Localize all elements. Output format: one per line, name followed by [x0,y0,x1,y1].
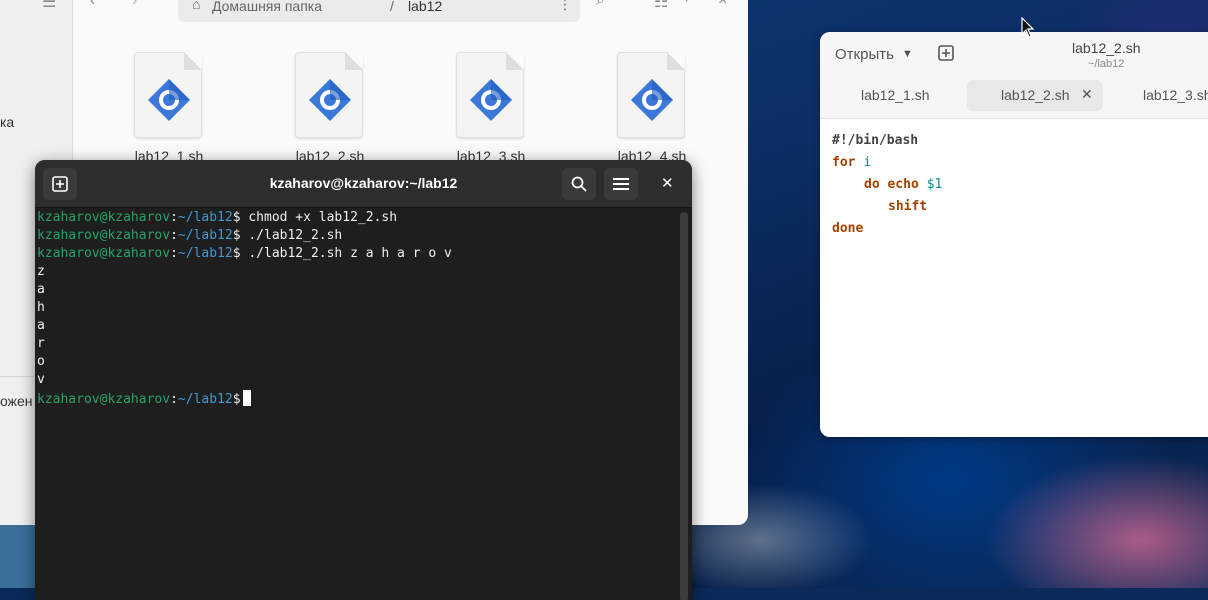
code-keyword: done [832,221,864,236]
terminal-output[interactable]: kzaharov@kzaharov:~/lab12$ chmod +x lab1… [37,210,677,600]
output-line: o [37,354,45,369]
search-icon[interactable]: ⌕ [596,0,605,10]
terminal-line: kzaharov@kzaharov:~/lab12$ [37,390,251,408]
prompt-colon: : [170,228,178,243]
prompt-path: ~/lab12 [177,210,233,225]
open-button[interactable]: Открыть [835,46,894,63]
view-options-chevron-icon[interactable]: ▾ [684,0,690,5]
tab-close-icon[interactable]: ✕ [1081,86,1093,103]
output-line: v [37,372,45,387]
tab-lab12-1[interactable]: lab12_1.sh [840,80,970,111]
shell-script-file-icon [295,52,363,138]
prompt-dollar: $ [232,210,241,225]
file-item[interactable]: lab12_4.sh [585,52,686,172]
code-line: shift [888,199,927,214]
file-item[interactable]: lab12_3.sh [424,52,525,172]
mouse-pointer-icon [1021,17,1035,38]
prompt-dollar: $ [232,392,241,407]
sidebar-item-label[interactable]: ка [0,114,14,130]
tab-lab12-2[interactable]: lab12_2.sh ✕ [967,80,1103,111]
code-keyword: shift [888,199,928,214]
terminal-window: kzaharov@kzaharov:~/lab12 ✕ kzaharov@kza… [35,160,692,600]
close-icon[interactable]: ✕ [661,174,674,192]
search-button[interactable] [562,168,596,200]
prompt-user: kzaharov@kzaharov [37,228,171,243]
shell-script-file-icon [134,52,202,138]
prompt-user: kzaharov@kzaharov [37,246,171,261]
prompt-dollar: $ [232,228,241,243]
text-editor-window: Открыть ▼ lab12_2.sh ~/lab12 lab12_1.sh … [820,32,1208,437]
command-text: ./lab12_2.sh [240,228,343,243]
path-bar[interactable]: ⌂ Домашняя папка / lab12 ⋮ [178,0,580,22]
code-variable: i [863,155,872,170]
menu-button[interactable] [604,168,638,200]
editor-headerbar: Открыть ▼ lab12_2.sh ~/lab12 lab12_1.sh … [820,32,1208,118]
prompt-path: ~/lab12 [177,228,233,243]
search-icon [571,176,587,192]
close-icon[interactable]: × [718,0,727,10]
chevron-down-icon[interactable]: ▼ [902,48,913,60]
view-list-icon[interactable]: ☷ [654,0,668,12]
terminal-headerbar: kzaharov@kzaharov:~/lab12 ✕ [35,160,692,208]
prompt-user: kzaharov@kzaharov [37,392,171,407]
prompt-path: ~/lab12 [177,392,233,407]
output-line: h [37,300,45,315]
shell-script-file-icon [617,52,685,138]
hamburger-menu-icon [613,178,629,190]
prompt-path: ~/lab12 [177,246,233,261]
tab-label: lab12_1.sh [861,87,930,103]
output-line: r [37,336,45,351]
editor-text-area[interactable]: #!/bin/bash for i do echo $1 shift done [820,118,1208,437]
prompt-colon: : [170,392,178,407]
editor-subtitle: ~/lab12 [1088,58,1125,70]
forward-icon[interactable]: › [132,0,137,10]
prompt-dollar: $ [232,246,241,261]
sidebar-menu-icon[interactable]: ☰ [42,0,56,12]
tab-lab12-3[interactable]: lab12_3.sh [1125,80,1208,111]
prompt-user: kzaharov@kzaharov [37,210,171,225]
output-line: a [37,318,45,333]
new-tab-icon[interactable] [938,45,954,66]
sidebar-item-label[interactable]: ожен [0,393,33,409]
back-icon[interactable]: ‹ [90,0,95,10]
file-item[interactable]: lab12_1.sh [102,52,203,172]
code-keyword: for [832,155,856,170]
command-text: chmod +x lab12_2.sh [240,210,398,225]
tab-label: lab12_2.sh [1001,87,1070,103]
terminal-scrollbar[interactable] [680,212,688,600]
prompt-colon: : [170,246,178,261]
code-keyword: do echo [864,177,919,192]
command-text: ./lab12_2.sh z a h a r o v [240,246,452,261]
code-line: done [832,221,863,236]
output-line: a [37,282,45,297]
file-item[interactable]: lab12_2.sh [263,52,364,172]
code-variable: $1 [926,177,943,192]
text-cursor [242,390,251,406]
path-home-label[interactable]: Домашняя папка [212,0,322,14]
code-line: #!/bin/bash [832,133,919,148]
home-icon: ⌂ [192,0,201,12]
path-menu-icon[interactable]: ⋮ [558,0,572,13]
output-line: z [37,264,45,279]
terminal-line: kzaharov@kzaharov:~/lab12$ chmod +x lab1… [37,210,397,228]
path-current-label[interactable]: lab12 [408,0,442,14]
desktop-wallpaper-strip [0,525,40,588]
path-separator: / [390,0,394,14]
code-line: do echo $1 [864,177,942,192]
terminal-line: kzaharov@kzaharov:~/lab12$ ./lab12_2.sh … [37,246,452,264]
prompt-colon: : [170,210,178,225]
tab-label: lab12_3.sh [1143,87,1208,103]
editor-title: lab12_2.sh [1072,40,1141,56]
terminal-line: kzaharov@kzaharov:~/lab12$ ./lab12_2.sh [37,228,342,246]
code-line: for i [832,155,871,170]
shell-script-file-icon [456,52,524,138]
